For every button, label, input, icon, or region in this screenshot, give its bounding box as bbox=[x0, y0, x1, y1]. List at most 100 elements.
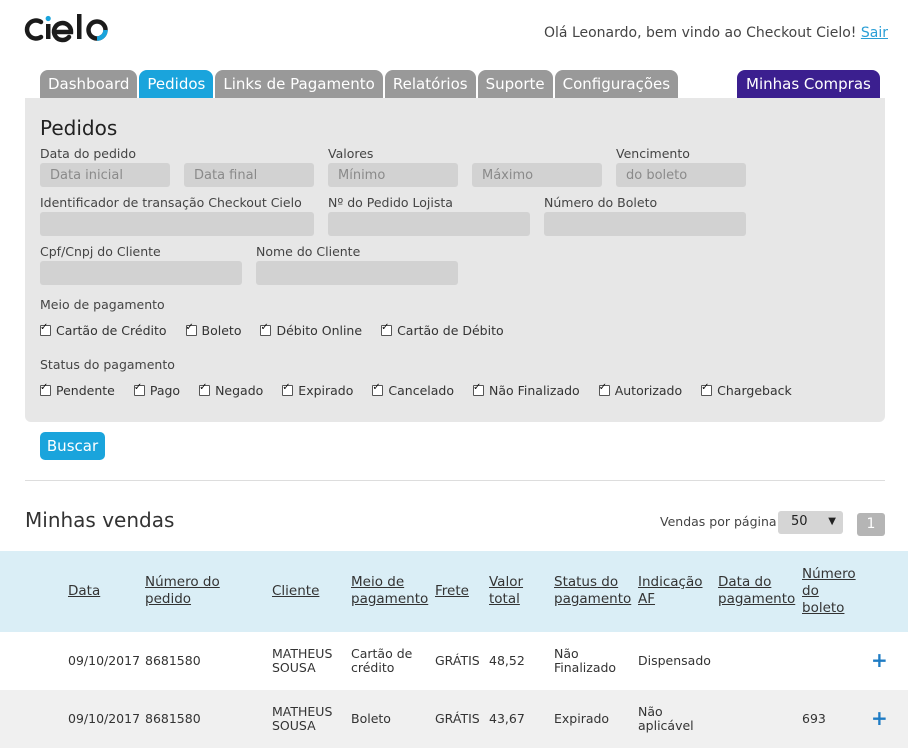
checkbox-checked-icon bbox=[40, 322, 51, 336]
col-frete[interactable]: Frete bbox=[435, 583, 469, 600]
checkbox-label: Pendente bbox=[56, 383, 115, 398]
values-label: Valores bbox=[328, 146, 374, 161]
payment-method-group: Cartão de Crédito Boleto Débito Online C… bbox=[40, 322, 523, 338]
txid-label: Identificador de transação Checkout Ciel… bbox=[40, 195, 302, 210]
checkbox-nao-finalizado[interactable]: Não Finalizado bbox=[472, 382, 580, 398]
cell-total: 48,52 bbox=[489, 653, 525, 668]
expand-plus-icon[interactable]: + bbox=[871, 648, 888, 672]
table-row: 09/10/2017 8681580 MATHEUS SOUSA Cartão … bbox=[0, 632, 908, 690]
tab-configuracoes[interactable]: Configurações bbox=[554, 70, 679, 98]
filter-panel bbox=[25, 98, 885, 422]
payment-status-group: Pendente Pago Negado Expirado Cancelado … bbox=[40, 382, 811, 398]
min-value-input[interactable] bbox=[328, 163, 458, 187]
cell-method: Boleto bbox=[351, 711, 391, 726]
search-button[interactable]: Buscar bbox=[40, 432, 105, 460]
due-date-input[interactable] bbox=[616, 163, 746, 187]
checkbox-label: Chargeback bbox=[717, 383, 792, 398]
checkbox-boleto[interactable]: Boleto bbox=[185, 322, 242, 338]
checkbox-label: Cartão de Débito bbox=[397, 323, 504, 338]
main-tabs: Dashboard Pedidos Links de Pagamento Rel… bbox=[40, 70, 679, 98]
checkbox-label: Pago bbox=[149, 383, 181, 398]
checkbox-label: Boleto bbox=[201, 323, 242, 338]
checkbox-label: Débito Online bbox=[276, 323, 363, 338]
col-cliente[interactable]: Cliente bbox=[272, 583, 319, 600]
checkbox-checked-icon bbox=[282, 382, 294, 396]
max-value-input[interactable] bbox=[472, 163, 602, 187]
tab-suporte[interactable]: Suporte bbox=[477, 70, 553, 98]
col-indicacao-af[interactable]: Indicação AF bbox=[638, 574, 708, 608]
col-data[interactable]: Data bbox=[68, 583, 100, 600]
date-end-input[interactable] bbox=[184, 163, 314, 187]
cell-date: 09/10/2017 bbox=[68, 653, 141, 668]
sales-title: Minhas vendas bbox=[25, 508, 175, 532]
table-row: 09/10/2017 8681580 MATHEUS SOUSA Boleto … bbox=[0, 690, 908, 748]
checkbox-label: Autorizado bbox=[614, 383, 683, 398]
checkbox-checked-icon bbox=[40, 382, 51, 396]
checkbox-chargeback[interactable]: Chargeback bbox=[701, 382, 792, 398]
order-label: Nº do Pedido Lojista bbox=[328, 195, 453, 210]
payment-status-label: Status do pagamento bbox=[40, 357, 175, 372]
col-numero-boleto[interactable]: Número do boleto bbox=[802, 566, 858, 617]
cell-order: 8681580 bbox=[145, 711, 201, 726]
checkbox-checked-icon bbox=[598, 382, 610, 396]
col-status-pagamento[interactable]: Status do pagamento bbox=[554, 574, 634, 608]
client-name-label: Nome do Cliente bbox=[256, 244, 361, 259]
tab-dashboard[interactable]: Dashboard bbox=[40, 70, 138, 98]
client-name-input[interactable] bbox=[256, 261, 458, 285]
cell-af: Dispensado bbox=[638, 653, 711, 668]
checkbox-label: Cartão de Crédito bbox=[56, 323, 167, 338]
checkbox-label: Expirado bbox=[298, 383, 354, 398]
cell-method: Cartão de crédito bbox=[351, 646, 413, 675]
col-data-pagamento[interactable]: Data do pagamento bbox=[718, 574, 795, 608]
checkbox-checked-icon bbox=[199, 382, 211, 396]
panel-title: Pedidos bbox=[40, 116, 118, 140]
checkbox-expirado[interactable]: Expirado bbox=[282, 382, 354, 398]
tab-minhas-compras[interactable]: Minhas Compras bbox=[737, 70, 880, 98]
cell-client: MATHEUS SOUSA bbox=[272, 704, 333, 733]
per-page-value: 50 bbox=[791, 514, 808, 529]
logout-link[interactable]: Sair bbox=[861, 25, 888, 41]
cpf-label: Cpf/Cnpj do Cliente bbox=[40, 244, 161, 259]
tab-links-de-pagamento[interactable]: Links de Pagamento bbox=[215, 70, 383, 98]
per-page-select[interactable]: 50 ▼ bbox=[778, 511, 843, 534]
date-start-input[interactable] bbox=[40, 163, 170, 187]
tab-relatorios[interactable]: Relatórios bbox=[384, 70, 476, 98]
checkbox-cancelado[interactable]: Cancelado bbox=[372, 382, 454, 398]
checkbox-checked-icon bbox=[381, 322, 393, 336]
checkbox-cartao-credito[interactable]: Cartão de Crédito bbox=[40, 322, 167, 338]
greeting: Olá Leonardo, bem vindo ao Checkout Ciel… bbox=[544, 25, 888, 41]
txid-input[interactable] bbox=[40, 212, 314, 236]
cell-af: Não aplicável bbox=[638, 704, 694, 733]
checkbox-debito-online[interactable]: Débito Online bbox=[260, 322, 363, 338]
checkbox-checked-icon bbox=[185, 322, 197, 336]
greeting-text: Olá Leonardo, bem vindo ao Checkout Ciel… bbox=[544, 25, 857, 41]
checkbox-checked-icon bbox=[701, 382, 713, 396]
page-button[interactable]: 1 bbox=[857, 513, 885, 536]
cell-shipping: GRÁTIS bbox=[435, 653, 480, 668]
payment-method-label: Meio de pagamento bbox=[40, 297, 165, 312]
cell-order: 8681580 bbox=[145, 653, 201, 668]
order-input[interactable] bbox=[328, 212, 530, 236]
checkbox-checked-icon bbox=[372, 382, 384, 396]
cpf-input[interactable] bbox=[40, 261, 242, 285]
checkbox-pago[interactable]: Pago bbox=[133, 382, 181, 398]
cell-status: Expirado bbox=[554, 711, 610, 726]
boleto-input[interactable] bbox=[544, 212, 746, 236]
col-valor-total[interactable]: Valor total bbox=[489, 574, 539, 608]
boleto-label: Número do Boleto bbox=[544, 195, 658, 210]
checkbox-negado[interactable]: Negado bbox=[199, 382, 263, 398]
cell-client: MATHEUS SOUSA bbox=[272, 646, 333, 675]
expand-plus-icon[interactable]: + bbox=[871, 706, 888, 730]
checkbox-label: Não Finalizado bbox=[488, 383, 580, 398]
due-label: Vencimento bbox=[616, 146, 690, 161]
tab-pedidos[interactable]: Pedidos bbox=[139, 70, 214, 98]
checkbox-pendente[interactable]: Pendente bbox=[40, 382, 115, 398]
date-label: Data do pedido bbox=[40, 146, 136, 161]
checkbox-checked-icon bbox=[260, 322, 272, 336]
divider bbox=[25, 480, 885, 481]
checkbox-cartao-debito[interactable]: Cartão de Débito bbox=[381, 322, 504, 338]
col-numero-pedido[interactable]: Número do pedido bbox=[145, 574, 235, 608]
checkbox-autorizado[interactable]: Autorizado bbox=[598, 382, 683, 398]
col-meio-pagamento[interactable]: Meio de pagamento bbox=[351, 574, 431, 608]
cell-total: 43,67 bbox=[489, 711, 525, 726]
